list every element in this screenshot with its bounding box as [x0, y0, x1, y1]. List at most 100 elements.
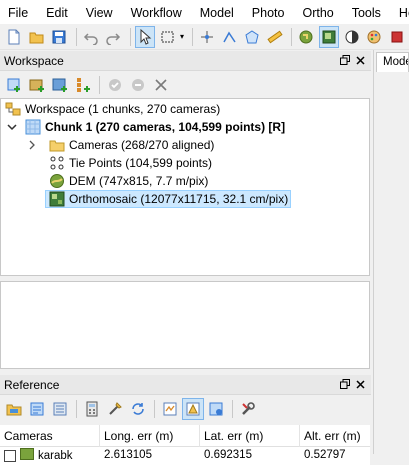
workspace-panel-title: Workspace: [4, 53, 64, 68]
chunk-label: Chunk 1 (270 cameras, 104,599 points) [R…: [45, 120, 286, 134]
menu-workflow[interactable]: Workflow: [122, 0, 191, 24]
add-photos-icon[interactable]: [26, 74, 48, 96]
menu-help[interactable]: Help: [390, 0, 409, 24]
open-folder-icon[interactable]: [27, 26, 48, 48]
tree-item-orthomosaic[interactable]: Orthomosaic (12077x11715, 32.1 cm/pix): [45, 190, 292, 208]
toolbar-separator: [76, 400, 77, 418]
menu-view[interactable]: View: [77, 0, 122, 24]
ruler-icon[interactable]: [265, 26, 286, 48]
palette-icon[interactable]: [364, 26, 385, 48]
disable-icon[interactable]: [127, 74, 149, 96]
reference-panel-header: Reference: [0, 375, 371, 395]
expand-chevron-icon[interactable]: [25, 137, 39, 153]
menu-tools[interactable]: Tools: [343, 0, 390, 24]
tree-item-workspace[interactable]: Workspace (1 chunks, 270 cameras): [5, 100, 220, 118]
tie-points-icon: [49, 155, 65, 171]
tree-item-cameras[interactable]: Cameras (268/270 aligned): [25, 136, 214, 154]
toolbar-separator: [154, 400, 155, 418]
workspace-tree: Workspace (1 chunks, 270 cameras) Chunk …: [0, 98, 370, 276]
reference-table-header: Cameras Long. err (m) Lat. err (m) Alt. …: [0, 424, 370, 447]
add-chunk-icon[interactable]: [3, 74, 25, 96]
add-markers-icon[interactable]: [72, 74, 94, 96]
menu-model[interactable]: Model: [191, 0, 243, 24]
collapse-chevron-icon[interactable]: [5, 119, 19, 135]
column-lat-err[interactable]: Lat. err (m): [200, 424, 300, 447]
convert-reference-icon[interactable]: [49, 398, 71, 420]
view-errors-icon[interactable]: [182, 398, 204, 420]
polyline-icon[interactable]: [219, 26, 240, 48]
calculator-icon[interactable]: [81, 398, 103, 420]
overflow-icon[interactable]: [386, 26, 407, 48]
column-alt-err[interactable]: Alt. err (m): [300, 425, 370, 447]
cameras-folder-icon: [49, 137, 65, 153]
toolbar-separator: [232, 400, 233, 418]
table-row[interactable]: karabk 2.613105 0.692315 0.52797: [0, 447, 370, 465]
export-reference-icon[interactable]: [26, 398, 48, 420]
rectangle-selection-icon[interactable]: [157, 26, 178, 48]
optimize-cameras-icon[interactable]: [104, 398, 126, 420]
point-marker-icon[interactable]: [197, 26, 218, 48]
menu-edit[interactable]: Edit: [37, 0, 77, 24]
import-reference-icon[interactable]: [3, 398, 25, 420]
cameras-label: Cameras (268/270 aligned): [69, 138, 215, 152]
main-toolbar: ▾: [0, 24, 409, 50]
close-panel-icon[interactable]: [356, 378, 365, 392]
remove-icon[interactable]: [150, 74, 172, 96]
toolbar-separator: [191, 27, 193, 46]
toolbar-separator: [99, 76, 100, 94]
tie-points-label: Tie Points (104,599 points): [69, 156, 212, 170]
tree-item-chunk[interactable]: Chunk 1 (270 cameras, 104,599 points) [R…: [5, 118, 285, 136]
tree-item-dem[interactable]: DEM (747x815, 7.7 m/pix): [49, 172, 208, 190]
menu-ortho[interactable]: Ortho: [293, 0, 342, 24]
orthomosaic-label: Orthomosaic (12077x11715, 32.1 cm/pix): [69, 192, 289, 206]
redo-icon[interactable]: [103, 26, 124, 48]
workspace-icon: [5, 101, 21, 117]
workspace-label: Workspace (1 chunks, 270 cameras): [25, 102, 221, 116]
polygon-icon[interactable]: [242, 26, 263, 48]
console-area: [0, 281, 370, 369]
menu-photo[interactable]: Photo: [243, 0, 294, 24]
selection-dropdown-icon[interactable]: ▾: [180, 32, 184, 41]
dem-label: DEM (747x815, 7.7 m/pix): [69, 174, 209, 188]
shading-icon[interactable]: [341, 26, 362, 48]
close-panel-icon[interactable]: [356, 54, 365, 68]
chunk-icon: [25, 119, 41, 135]
column-long-err[interactable]: Long. err (m): [100, 424, 200, 447]
undo-icon[interactable]: [81, 26, 102, 48]
camera-cell: karabk: [0, 447, 100, 465]
float-panel-icon[interactable]: [340, 378, 350, 392]
workspace-toolbar: [0, 72, 371, 98]
settings-tools-icon[interactable]: [237, 398, 259, 420]
dem-icon: [49, 173, 65, 189]
long-err-cell: 2.613105: [104, 449, 152, 461]
camera-thumb-icon: [20, 447, 34, 465]
reference-panel-title: Reference: [4, 377, 60, 392]
lat-err-cell: 0.692315: [204, 449, 252, 461]
add-folder-icon[interactable]: [49, 74, 71, 96]
camera-checkbox[interactable]: [4, 450, 16, 462]
float-panel-icon[interactable]: [340, 54, 350, 68]
view-source-icon[interactable]: [159, 398, 181, 420]
column-cameras[interactable]: Cameras: [0, 424, 100, 447]
toolbar-separator: [129, 27, 131, 46]
camera-name: karabk: [38, 450, 73, 462]
orthomosaic-icon: [49, 191, 65, 207]
navigation-cursor-icon[interactable]: [134, 25, 156, 48]
tab-model[interactable]: Model: [376, 52, 409, 72]
save-icon[interactable]: [49, 26, 70, 48]
workspace-panel-header: Workspace: [0, 51, 371, 71]
dem-view-icon[interactable]: [296, 26, 317, 48]
view-variance-icon[interactable]: [205, 398, 227, 420]
menu-file[interactable]: File: [0, 0, 37, 24]
model-view-strip: [373, 50, 409, 454]
tree-item-tie-points[interactable]: Tie Points (104,599 points): [49, 154, 212, 172]
toolbar-separator: [291, 27, 293, 46]
menu-bar: File Edit View Workflow Model Photo Orth…: [0, 0, 409, 24]
update-icon[interactable]: [127, 398, 149, 420]
toolbar-separator: [75, 27, 77, 46]
reference-toolbar: [0, 396, 371, 422]
orthomosaic-view-icon[interactable]: [318, 25, 340, 48]
alt-err-cell: 0.52797: [304, 449, 346, 461]
new-document-icon[interactable]: [4, 26, 25, 48]
enable-icon[interactable]: [104, 74, 126, 96]
